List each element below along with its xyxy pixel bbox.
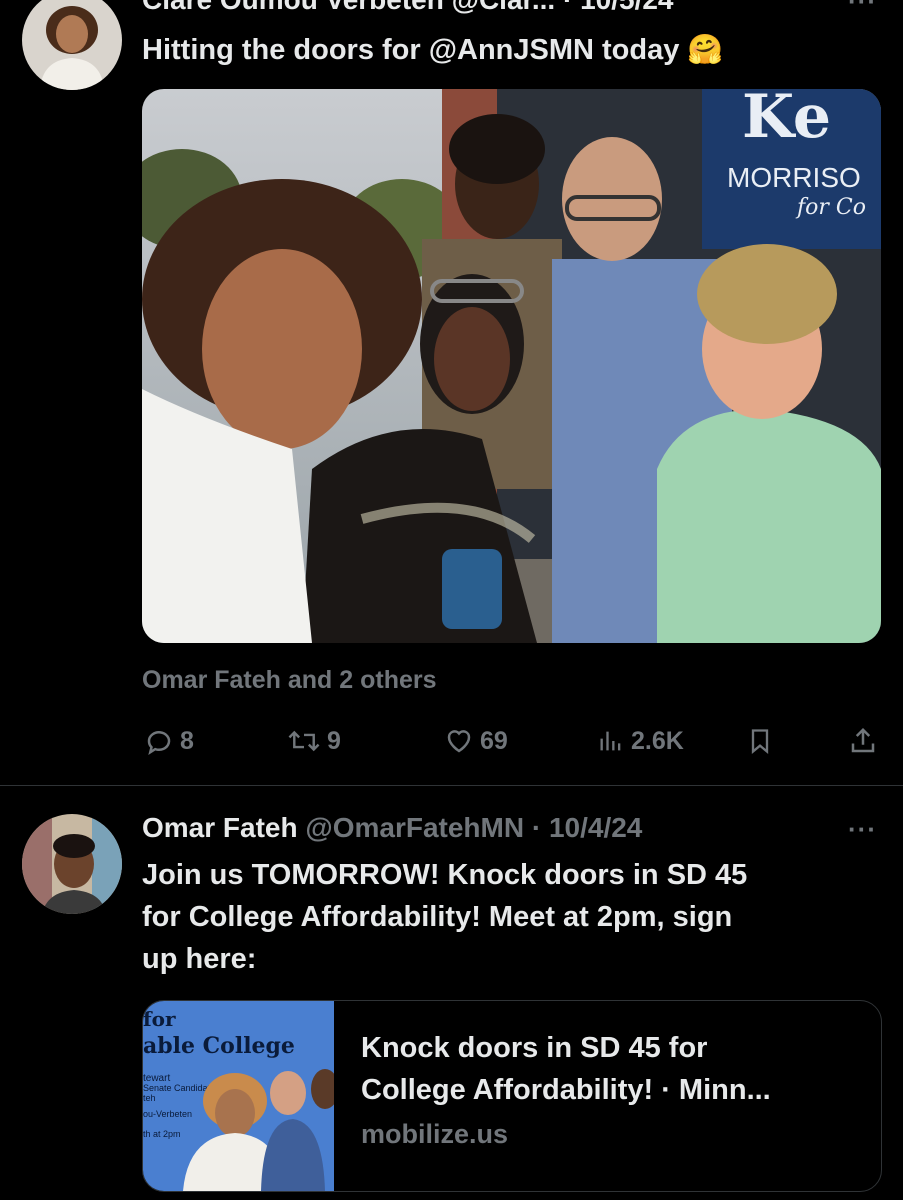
avatar-clare-image	[22, 0, 122, 90]
link-title[interactable]: Knock doors in SD 45 for College Afforda…	[361, 1027, 871, 1111]
tweet-clare[interactable]: Clare Oumou Verbeten @Clar... · 10/5/24 …	[0, 0, 903, 786]
link-title-line: College Affordability! · Minn...	[361, 1074, 771, 1106]
sign-text-1: Ke	[742, 89, 831, 152]
avatar-clare[interactable]	[22, 0, 122, 90]
reply-button[interactable]: 8	[144, 726, 194, 756]
tweet-header: Clare Oumou Verbeten @Clar... · 10/5/24	[142, 0, 674, 16]
reply-icon	[147, 731, 171, 755]
tweet-text-line: for College Affordability! Meet at 2pm, …	[142, 901, 733, 933]
group-selfie-image: Ke MORRISO for Co	[142, 89, 881, 643]
tweet-text: Hitting the doors for @AnnJSMN today 🤗	[142, 34, 724, 66]
like-button[interactable]: 69	[444, 726, 508, 756]
tweet-text-line: up here:	[142, 943, 257, 975]
link-title-line: Knock doors in SD 45 for	[361, 1032, 708, 1064]
link-preview-card[interactable]: for able College tewart Senate Candidate…	[142, 1000, 882, 1192]
tweet-actions: 8 9 69 2.6K	[0, 726, 903, 762]
tweet-text: Join us TOMORROW! Knock doors in SD 45 f…	[142, 854, 747, 980]
thumb-people-image	[183, 1069, 334, 1191]
repost-button[interactable]: 9	[287, 726, 341, 756]
views-count: 2.6K	[631, 726, 684, 755]
views-icon	[600, 731, 621, 751]
tweet-header: Omar Fateh @OmarFatehMN · 10/4/24	[142, 812, 642, 844]
views-button[interactable]: 2.6K	[597, 726, 684, 756]
author-name[interactable]: Omar Fateh	[142, 812, 298, 843]
bookmark-button[interactable]	[746, 726, 780, 756]
link-thumbnail: for able College tewart Senate Candidate…	[143, 1001, 334, 1191]
repost-icon	[288, 730, 320, 752]
reply-count: 8	[180, 726, 194, 755]
sign-text-2: MORRISO	[727, 162, 861, 193]
tweet-date[interactable]: · 10/4/24	[532, 812, 643, 843]
share-button[interactable]	[848, 726, 884, 756]
liked-by-text[interactable]: Omar Fateh and 2 others	[142, 666, 437, 695]
link-domain[interactable]: mobilize.us	[361, 1119, 508, 1150]
author-handle[interactable]: @OmarFatehMN	[305, 812, 524, 843]
share-icon	[851, 727, 875, 753]
avatar-omar[interactable]	[22, 814, 122, 914]
more-options-icon[interactable]: ···	[848, 0, 877, 17]
repost-count: 9	[327, 726, 341, 755]
more-options-icon[interactable]: ···	[848, 814, 877, 845]
bookmark-icon	[751, 729, 769, 754]
avatar-omar-image	[22, 814, 122, 914]
heart-icon	[447, 730, 471, 753]
sign-text-3: for Co	[795, 195, 866, 220]
tweet-text-line: Join us TOMORROW! Knock doors in SD 45	[142, 859, 748, 891]
like-count: 69	[480, 726, 508, 755]
tweet-photo[interactable]: Ke MORRISO for Co	[142, 89, 881, 643]
